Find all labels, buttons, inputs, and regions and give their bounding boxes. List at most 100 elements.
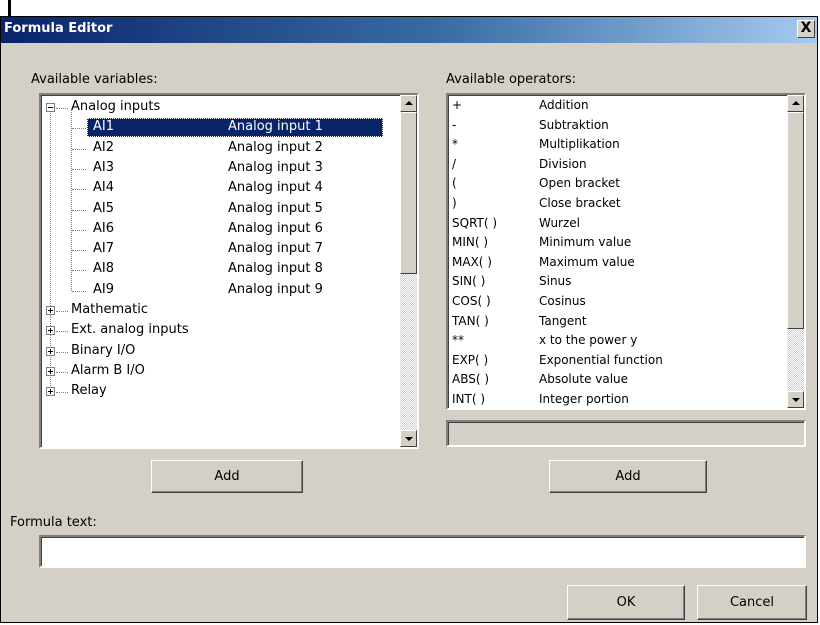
expand-toggle-icon[interactable] xyxy=(46,306,55,315)
operator-symbol: COS( ) xyxy=(452,294,491,308)
tree-group[interactable]: Ext. analog inputs xyxy=(41,321,400,341)
tree-line xyxy=(72,168,86,170)
variables-scrollbar[interactable] xyxy=(400,95,417,447)
variable-description: Analog input 5 xyxy=(228,200,323,216)
tree-line xyxy=(56,351,68,353)
operator-symbol: TAN( ) xyxy=(452,313,489,328)
variable-name: AI5 xyxy=(93,200,114,216)
operator-symbol: SIN( ) xyxy=(452,274,486,289)
operator-description-field xyxy=(446,420,806,447)
operator-symbol: + xyxy=(452,98,463,112)
operator-row[interactable]: MAX( ) Maximum value xyxy=(448,255,787,274)
tree-line xyxy=(72,250,86,252)
tree-item[interactable]: AI1 Analog input 1 xyxy=(41,118,400,138)
scroll-thumb[interactable] xyxy=(787,112,804,329)
operator-row[interactable]: - Subtraktion xyxy=(448,118,787,137)
tree-line xyxy=(56,371,68,373)
operator-description: Exponential function xyxy=(539,352,663,367)
variable-name: AI1 xyxy=(93,119,114,135)
expand-toggle-icon[interactable] xyxy=(46,103,55,112)
operator-row[interactable]: / Division xyxy=(448,157,787,176)
expand-toggle-icon[interactable] xyxy=(46,387,55,397)
ok-button[interactable]: OK xyxy=(567,585,685,620)
operator-row[interactable]: MIN( ) Minimum value xyxy=(448,235,787,254)
operator-row[interactable]: INT( ) Integer portion xyxy=(448,392,787,408)
variable-name: AI7 xyxy=(93,241,114,257)
expand-toggle-icon[interactable] xyxy=(46,346,55,356)
variable-description: Analog input 4 xyxy=(228,180,323,196)
variable-name: AI6 xyxy=(93,220,114,236)
scroll-thumb[interactable] xyxy=(400,112,417,274)
tree-item[interactable]: AI5 Analog input 5 xyxy=(41,200,400,220)
tree-item[interactable]: AI7 Analog input 7 xyxy=(41,240,400,260)
arrow-up-icon xyxy=(405,101,413,105)
operator-symbol: INT( ) xyxy=(452,392,486,406)
operator-description: Division xyxy=(539,156,587,171)
operator-description: Wurzel xyxy=(539,215,580,230)
cancel-button[interactable]: Cancel xyxy=(697,585,807,620)
variable-name: AI4 xyxy=(93,180,114,196)
tree-item[interactable]: AI9 Analog input 9 xyxy=(41,281,400,301)
operator-description: Integer portion xyxy=(539,392,629,406)
operator-symbol: MIN( ) xyxy=(452,235,489,250)
operator-row[interactable]: ( Open bracket xyxy=(448,176,787,195)
operators-list[interactable]: + Addition - Subtraktion * Multiplikation / Div… xyxy=(446,93,806,410)
tree-group[interactable]: Binary I/O xyxy=(41,342,400,362)
operator-description: Tangent xyxy=(539,313,587,328)
tree-item[interactable]: AI4 Analog input 4 xyxy=(41,179,400,199)
expand-toggle-icon[interactable] xyxy=(46,366,55,376)
tree-item[interactable]: AI6 Analog input 6 xyxy=(41,220,400,240)
formula-text-input[interactable] xyxy=(39,535,806,568)
variable-description: Analog input 6 xyxy=(228,220,323,236)
variable-description: Analog input 1 xyxy=(228,119,323,135)
variables-label: Available variables: xyxy=(31,72,158,87)
arrow-down-icon xyxy=(405,437,413,441)
operator-symbol: MAX( ) xyxy=(452,254,492,269)
scroll-down-button[interactable] xyxy=(400,430,417,447)
operator-row[interactable]: SQRT( ) Wurzel xyxy=(448,216,787,235)
operator-description: Open bracket xyxy=(539,176,620,191)
tree-item[interactable]: AI2 Analog input 2 xyxy=(41,139,400,159)
title-bar[interactable]: Formula Editor X xyxy=(1,17,817,43)
variables-tree[interactable]: Analog inputs AI1 Analog input 1 AI2 Analog … xyxy=(39,93,419,449)
tree-line xyxy=(72,209,86,211)
add-operator-button[interactable]: Add xyxy=(549,460,707,493)
scroll-track[interactable] xyxy=(400,274,417,430)
operator-row[interactable]: TAN( ) Tangent xyxy=(448,314,787,333)
operator-row[interactable]: ABS( ) Absolute value xyxy=(448,372,787,391)
variable-name: AI9 xyxy=(93,281,114,297)
scroll-up-button[interactable] xyxy=(787,95,804,112)
operator-description: Sinus xyxy=(539,274,572,289)
operator-row[interactable]: + Addition xyxy=(448,98,787,117)
tree-group[interactable]: Alarm B I/O xyxy=(41,362,400,382)
close-button[interactable]: X xyxy=(797,20,815,38)
tree-group-label: Relay xyxy=(71,383,107,399)
scroll-down-button[interactable] xyxy=(787,391,804,408)
operator-row[interactable]: COS( ) Cosinus xyxy=(448,294,787,313)
tree-line xyxy=(72,270,86,272)
expand-toggle-icon[interactable] xyxy=(46,326,55,336)
tree-line xyxy=(56,392,68,394)
scroll-track[interactable] xyxy=(787,329,804,391)
operator-row[interactable]: ** x to the power y xyxy=(448,333,787,352)
tree-item[interactable]: AI8 Analog input 8 xyxy=(41,260,400,280)
operator-row[interactable]: SIN( ) Sinus xyxy=(448,274,787,293)
variable-description: Analog input 2 xyxy=(228,139,323,155)
operator-symbol: ** xyxy=(452,333,464,348)
operator-symbol: ( xyxy=(452,176,457,191)
operators-scrollbar[interactable] xyxy=(787,95,804,408)
operator-description: Addition xyxy=(539,98,589,112)
tree-group[interactable]: Analog inputs xyxy=(41,98,400,118)
tree-group[interactable]: Relay xyxy=(41,382,400,402)
operator-description: Absolute value xyxy=(539,372,629,387)
operator-description: Maximum value xyxy=(539,254,635,269)
operator-row[interactable]: ) Close bracket xyxy=(448,196,787,215)
add-variable-button[interactable]: Add xyxy=(151,460,303,493)
variable-description: Analog input 9 xyxy=(228,281,323,297)
tree-group-label: Ext. analog inputs xyxy=(71,322,189,338)
operator-row[interactable]: EXP( ) Exponential function xyxy=(448,353,787,372)
scroll-up-button[interactable] xyxy=(400,95,417,112)
tree-item[interactable]: AI3 Analog input 3 xyxy=(41,159,400,179)
operator-row[interactable]: * Multiplikation xyxy=(448,137,787,156)
tree-group[interactable]: Mathematic xyxy=(41,301,400,321)
